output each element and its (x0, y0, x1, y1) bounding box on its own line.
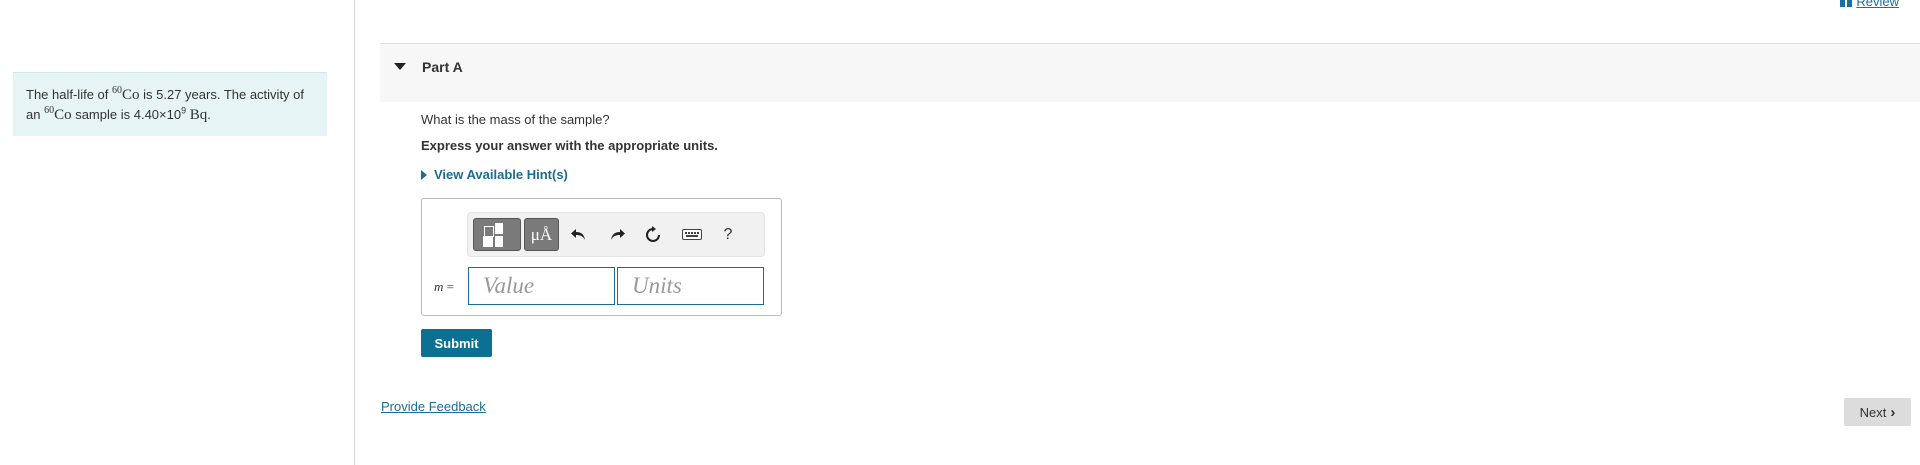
book-icon (1840, 0, 1853, 7)
keyboard-button[interactable] (678, 218, 706, 251)
panel-divider (354, 0, 355, 465)
isotope-symbol-second: Co (54, 107, 72, 123)
view-hints-link[interactable]: View Available Hint(s) (421, 167, 568, 182)
submit-button[interactable]: Submit (421, 329, 492, 357)
intro-text-1: The half-life of (26, 87, 112, 102)
collapse-caret-icon[interactable] (394, 63, 406, 70)
help-button[interactable]: ? (714, 218, 742, 251)
units-button-label: μÅ (530, 224, 553, 244)
review-link[interactable]: Review (1840, 0, 1899, 9)
view-hints-label: View Available Hint(s) (434, 167, 568, 182)
units-button[interactable]: μÅ (524, 218, 559, 251)
question-text: What is the mass of the sample? (421, 112, 610, 127)
review-link-label: Review (1856, 0, 1899, 9)
intro-text-5: . (207, 107, 211, 122)
templates-button[interactable] (473, 218, 521, 251)
undo-button[interactable] (565, 218, 593, 251)
keyboard-icon (682, 229, 702, 240)
isotope-mass-number-second: 60 (44, 105, 55, 116)
variable-symbol: m (434, 279, 444, 294)
intro-text-3: sample is 4.40×10 (71, 107, 182, 122)
next-button-label: Next (1859, 404, 1887, 420)
undo-icon (571, 228, 585, 240)
answer-box: μÅ ? m = (421, 198, 782, 316)
equals-sign: = (446, 279, 454, 294)
redo-icon (611, 228, 625, 240)
variable-label: m = (434, 279, 454, 295)
help-icon: ? (723, 225, 733, 243)
math-toolbar: μÅ ? (467, 212, 765, 257)
templates-icon (481, 222, 513, 247)
isotope-mass-number: 60 (112, 85, 122, 96)
next-button[interactable]: Next › (1844, 398, 1911, 426)
isotope-symbol: Co (122, 87, 140, 103)
reset-icon (646, 225, 660, 242)
reset-button[interactable] (639, 218, 667, 251)
problem-intro: The half-life of 60Co is 5.27 years. The… (13, 72, 327, 136)
chevron-right-icon: › (1890, 403, 1896, 421)
provide-feedback-link[interactable]: Provide Feedback (381, 399, 486, 414)
part-title: Part A (422, 59, 463, 75)
redo-button[interactable] (603, 218, 631, 251)
instruction-text: Express your answer with the appropriate… (421, 138, 718, 153)
value-input[interactable] (468, 267, 615, 305)
activity-unit: Bq (189, 107, 208, 123)
isotope-cobalt-60-second: 60Co (44, 105, 72, 124)
expand-caret-icon (421, 169, 427, 180)
units-input[interactable] (617, 267, 764, 305)
part-a-header[interactable]: Part A (380, 43, 1920, 102)
isotope-cobalt-60: 60Co (112, 85, 140, 104)
